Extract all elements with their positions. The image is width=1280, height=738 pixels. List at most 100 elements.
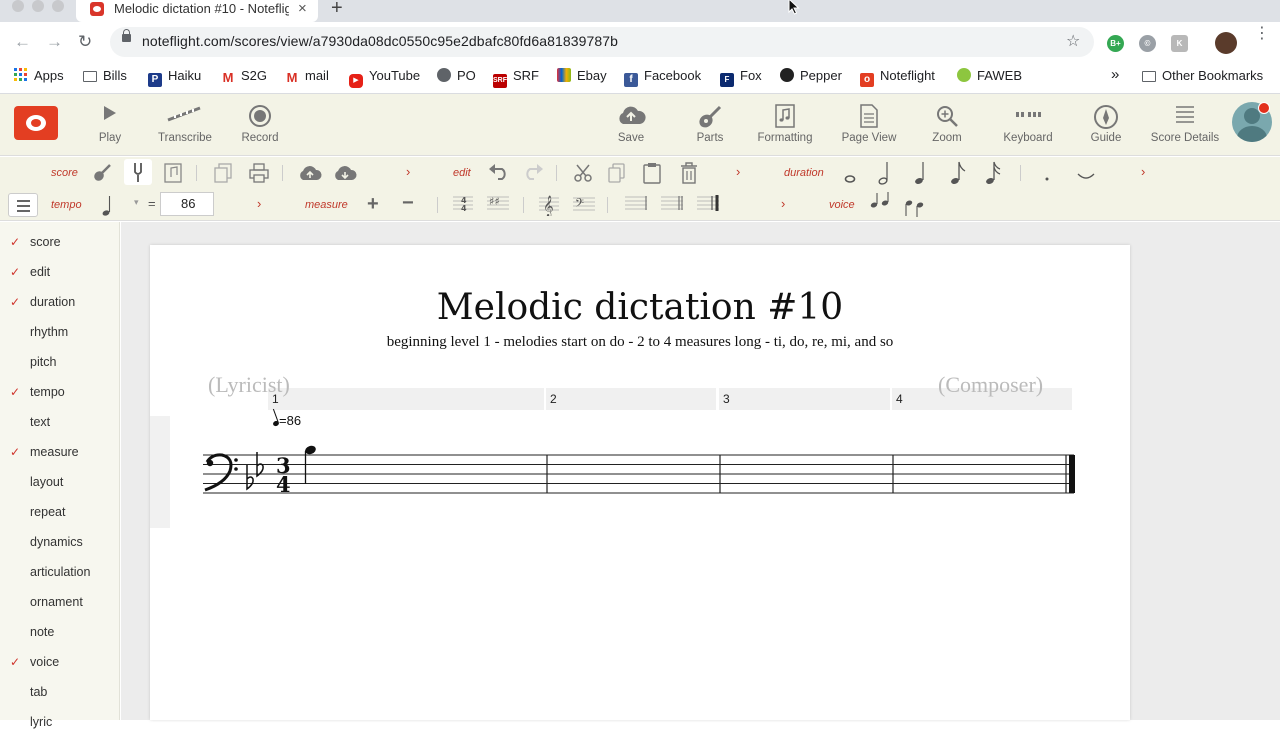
cloud-upload-small-icon[interactable]	[298, 164, 322, 186]
window-close-button[interactable]	[12, 0, 24, 12]
barline-final-icon[interactable]	[696, 194, 720, 218]
tempo-palette-chevron[interactable]: ›	[257, 196, 261, 211]
eighth-note-icon[interactable]	[950, 160, 966, 190]
bookmark-facebook[interactable]: f Facebook	[624, 68, 701, 88]
zoom-button[interactable]: Zoom	[925, 94, 969, 156]
sidebar-item-voice[interactable]: ✓ voice	[0, 648, 120, 678]
play-button[interactable]: Play	[88, 94, 132, 156]
cloud-download-small-icon[interactable]	[333, 164, 357, 186]
duration-palette-chevron[interactable]: ›	[1141, 164, 1145, 179]
quarter-note-icon[interactable]	[914, 160, 926, 190]
edit-palette-chevron[interactable]: ›	[736, 164, 740, 179]
copy-icon[interactable]	[608, 163, 626, 187]
address-bar[interactable]: noteflight.com/scores/view/a7930da08dc05…	[110, 27, 1094, 57]
tab-close-icon[interactable]: ×	[298, 0, 307, 17]
extension-b-plus-icon[interactable]: B+	[1107, 35, 1124, 52]
sidebar-item-tempo[interactable]: ✓ tempo	[0, 378, 120, 408]
bookmark-noteflight[interactable]: o Noteflight	[860, 68, 935, 88]
bookmark-srf[interactable]: SRF SRF	[493, 68, 539, 88]
url-text[interactable]: noteflight.com/scores/view/a7930da08dc05…	[142, 33, 618, 49]
tuning-fork-button[interactable]	[124, 159, 152, 185]
voice-one-stems-up-icon[interactable]	[870, 191, 892, 213]
measure-number-2[interactable]: 2	[546, 388, 716, 410]
bookmark-fox[interactable]: F Fox	[720, 68, 762, 88]
window-minimize-button[interactable]	[32, 0, 44, 12]
sidebar-item-tab[interactable]: tab	[0, 678, 120, 708]
keyboard-button[interactable]: Keyboard	[1000, 94, 1056, 156]
formatting-button[interactable]: Formatting	[755, 94, 815, 156]
sidebar-item-ornament[interactable]: ornament	[0, 588, 120, 618]
bookmark-po[interactable]: PO	[437, 68, 476, 88]
forward-button[interactable]: →	[46, 32, 63, 52]
treble-clef-icon[interactable]: 𝄞	[538, 192, 560, 220]
browser-profile-avatar[interactable]	[1215, 32, 1237, 54]
remove-measure-icon[interactable]: −	[402, 192, 414, 215]
tempo-quarter-note-icon[interactable]	[102, 193, 112, 221]
bass-clef-icon[interactable]: 𝄢	[572, 192, 596, 220]
page-view-button[interactable]: Page View	[840, 94, 898, 156]
sidebar-item-score[interactable]: ✓ score	[0, 228, 120, 258]
key-signature-icon[interactable]: ♯♯	[486, 193, 510, 217]
palette-duration-label[interactable]: duration	[784, 167, 824, 179]
noteflight-logo[interactable]	[14, 106, 58, 140]
save-button[interactable]: Save	[610, 94, 652, 156]
score-palette-chevron[interactable]: ›	[406, 164, 410, 179]
score-title[interactable]: Melodic dictation #10	[150, 287, 1130, 328]
window-maximize-button[interactable]	[52, 0, 64, 12]
sidebar-item-lyric[interactable]: lyric	[0, 708, 120, 738]
time-signature[interactable]: 3 4	[276, 453, 291, 497]
add-measure-icon[interactable]: +	[367, 193, 379, 216]
bookmark-ebay[interactable]: Ebay	[557, 68, 607, 88]
sidebar-item-rhythm[interactable]: rhythm	[0, 318, 120, 348]
guide-button[interactable]: Guide	[1084, 94, 1128, 156]
reload-button[interactable]: ↻	[78, 32, 92, 52]
other-bookmarks[interactable]: Other Bookmarks	[1142, 68, 1263, 88]
new-tab-button[interactable]: +	[331, 0, 343, 20]
dot-duration-icon[interactable]	[1044, 169, 1050, 186]
sixteenth-note-icon[interactable]	[985, 160, 1001, 190]
bookmark-youtube[interactable]: ▶ YouTube	[349, 68, 420, 88]
tie-icon[interactable]	[1076, 169, 1096, 186]
redo-icon[interactable]	[522, 163, 544, 185]
palette-menu-button[interactable]	[8, 193, 38, 217]
back-button[interactable]: ←	[14, 32, 31, 52]
tempo-value-input[interactable]: 86	[160, 192, 214, 216]
tempo-marking[interactable]: =86	[272, 413, 301, 428]
sidebar-item-edit[interactable]: ✓ edit	[0, 258, 120, 288]
score-details-button[interactable]: Score Details	[1150, 94, 1220, 156]
measure-palette-chevron[interactable]: ›	[781, 196, 785, 211]
palette-voice-label[interactable]: voice	[829, 199, 855, 211]
transcribe-button[interactable]: Transcribe	[155, 94, 215, 156]
time-signature-icon[interactable]: 44	[452, 194, 474, 218]
barline-double-icon[interactable]	[660, 194, 684, 218]
lyricist-placeholder[interactable]: (Lyricist)	[208, 372, 290, 398]
sidebar-item-articulation[interactable]: articulation	[0, 558, 120, 588]
composer-placeholder[interactable]: (Composer)	[938, 372, 1043, 398]
sidebar-item-duration[interactable]: ✓ duration	[0, 288, 120, 318]
sidebar-item-text[interactable]: text	[0, 408, 120, 438]
cut-scissors-icon[interactable]	[573, 163, 593, 187]
whole-note-icon[interactable]	[844, 171, 856, 188]
notification-badge[interactable]	[1258, 102, 1270, 114]
sidebar-item-dynamics[interactable]: dynamics	[0, 528, 120, 558]
extension-c-icon[interactable]: ©	[1139, 35, 1156, 52]
undo-icon[interactable]	[488, 163, 510, 185]
record-button[interactable]: Record	[238, 94, 282, 156]
measure-number-1[interactable]: 1	[268, 388, 544, 410]
barline-single-icon[interactable]	[624, 194, 648, 218]
sidebar-item-measure[interactable]: ✓ measure	[0, 438, 120, 468]
palette-measure-label[interactable]: measure	[305, 199, 348, 211]
paste-clipboard-icon[interactable]	[643, 162, 661, 188]
bookmark-faweb[interactable]: FAWEB	[957, 68, 1022, 88]
bookmark-star-icon[interactable]: ☆	[1066, 31, 1080, 51]
lock-icon[interactable]	[122, 29, 131, 42]
palette-edit-label[interactable]: edit	[453, 167, 471, 179]
copy-score-icon[interactable]	[214, 163, 232, 187]
instrument-guitar-icon[interactable]	[92, 163, 112, 187]
score-format-icon[interactable]	[164, 163, 182, 187]
bookmark-mail[interactable]: Mmail	[285, 68, 329, 88]
system-selection-strip[interactable]	[150, 416, 170, 528]
bookmarks-overflow-button[interactable]: »	[1111, 66, 1119, 86]
browser-menu-icon[interactable]: ⋮	[1254, 26, 1270, 42]
sidebar-item-note[interactable]: note	[0, 618, 120, 648]
